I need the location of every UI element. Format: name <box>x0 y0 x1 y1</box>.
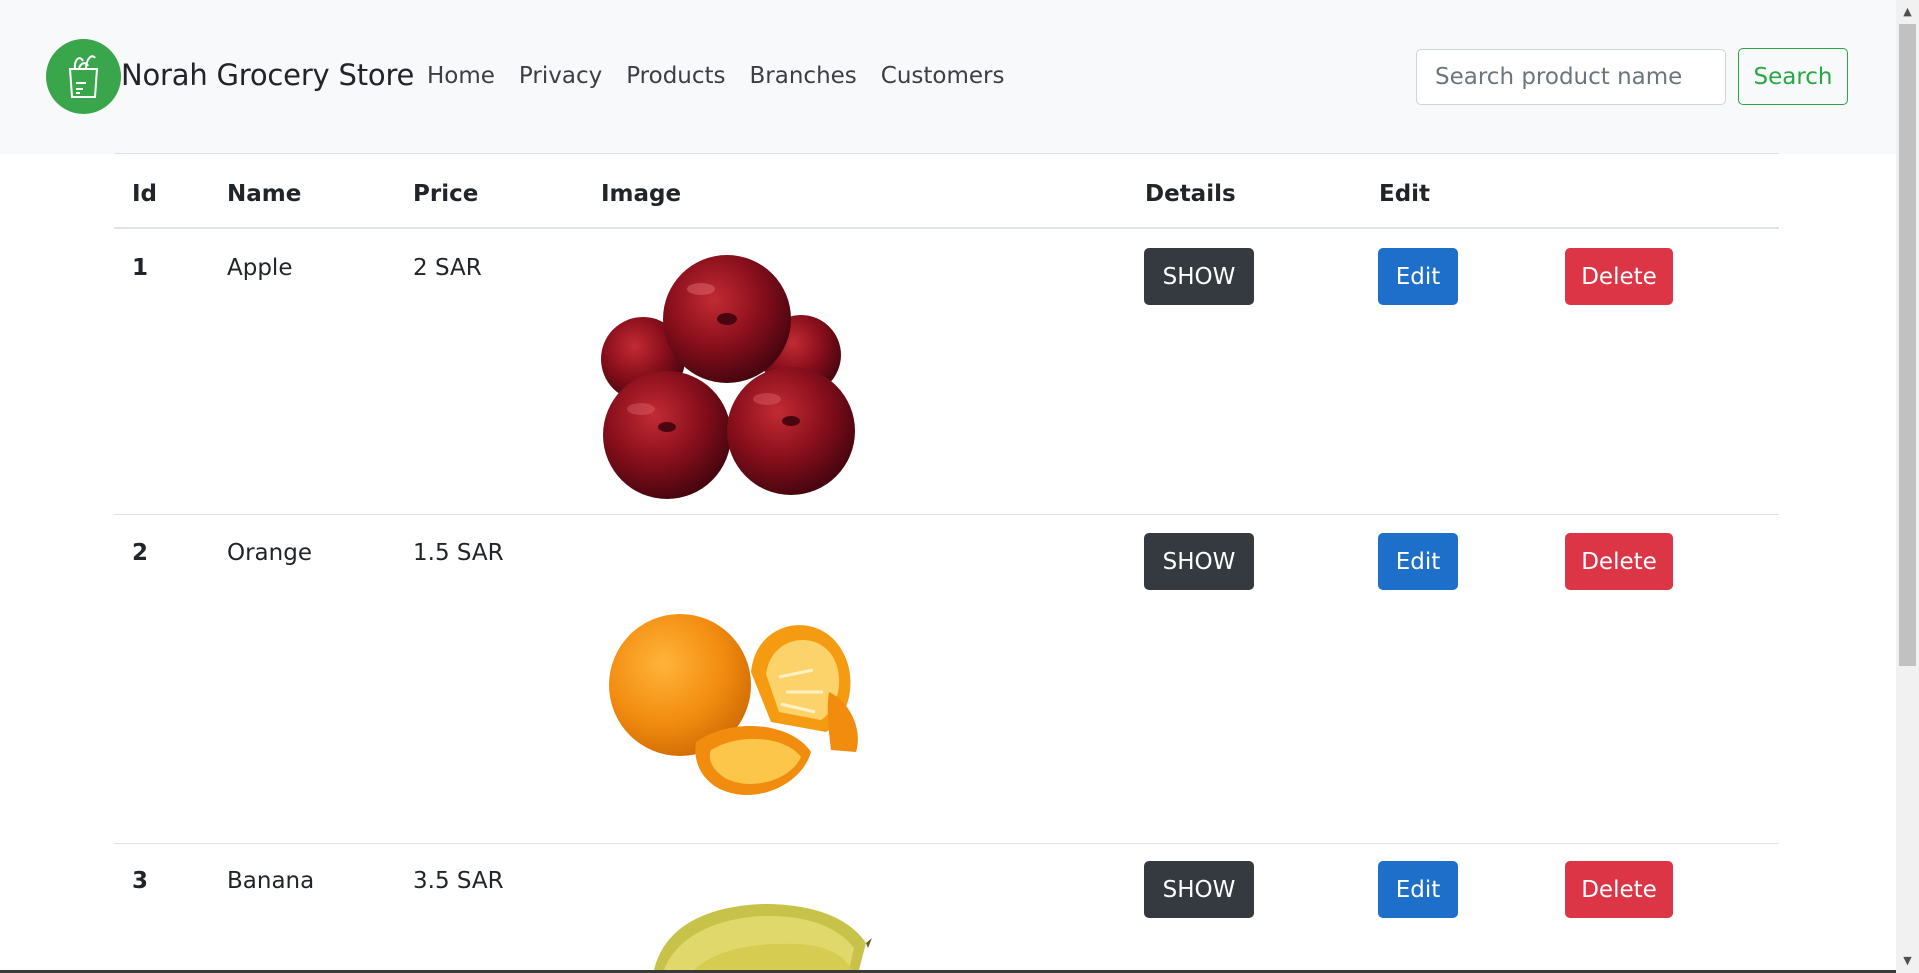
apples-image <box>601 249 861 499</box>
navbar: Norah Grocery Store Home Privacy Product… <box>0 0 1896 154</box>
table-top-border <box>114 153 1779 154</box>
grocery-bag-icon <box>68 55 99 98</box>
show-button[interactable]: SHOW <box>1144 861 1254 918</box>
search-input[interactable] <box>1416 49 1726 105</box>
nav-link-branches[interactable]: Branches <box>750 63 857 89</box>
nav-link-products[interactable]: Products <box>626 63 725 89</box>
scroll-down-arrow-icon[interactable]: ▼ <box>1896 949 1919 973</box>
store-logo[interactable] <box>46 39 121 114</box>
nav-link-privacy[interactable]: Privacy <box>519 63 602 89</box>
nav-link-customers[interactable]: Customers <box>881 63 1005 89</box>
bananas-image <box>634 898 914 970</box>
row-price: 1.5 SAR <box>413 540 504 566</box>
nav-links: Home Privacy Products Branches Customers <box>427 63 1029 89</box>
brand-title[interactable]: Norah Grocery Store <box>121 58 414 92</box>
edit-button[interactable]: Edit <box>1378 533 1458 590</box>
row-name: Orange <box>227 540 312 566</box>
header-id: Id <box>132 181 158 207</box>
search-button[interactable]: Search <box>1738 48 1848 105</box>
header-price: Price <box>413 181 479 207</box>
header-divider <box>114 227 1779 229</box>
row-price: 2 SAR <box>413 255 482 281</box>
row-name: Banana <box>227 868 315 894</box>
header-name: Name <box>227 181 302 207</box>
show-button[interactable]: SHOW <box>1144 533 1254 590</box>
row-id: 2 <box>132 540 149 566</box>
delete-button[interactable]: Delete <box>1565 248 1673 305</box>
row-divider <box>114 514 1779 515</box>
row-divider <box>114 843 1779 844</box>
row-name: Apple <box>227 255 293 281</box>
delete-button[interactable]: Delete <box>1565 533 1673 590</box>
row-price: 3.5 SAR <box>413 868 504 894</box>
edit-button[interactable]: Edit <box>1378 248 1458 305</box>
row-id: 3 <box>132 868 149 894</box>
nav-link-home[interactable]: Home <box>427 63 495 89</box>
header-edit: Edit <box>1379 181 1431 207</box>
scroll-up-arrow-icon[interactable]: ▲ <box>1896 0 1919 24</box>
header-details: Details <box>1145 181 1236 207</box>
header-image: Image <box>601 181 682 207</box>
vertical-scrollbar[interactable]: ▲ ▼ <box>1896 0 1919 973</box>
delete-button[interactable]: Delete <box>1565 861 1673 918</box>
show-button[interactable]: SHOW <box>1144 248 1254 305</box>
row-id: 1 <box>132 255 149 281</box>
edit-button[interactable]: Edit <box>1378 861 1458 918</box>
oranges-image <box>601 582 921 822</box>
scrollbar-thumb[interactable] <box>1899 24 1916 666</box>
